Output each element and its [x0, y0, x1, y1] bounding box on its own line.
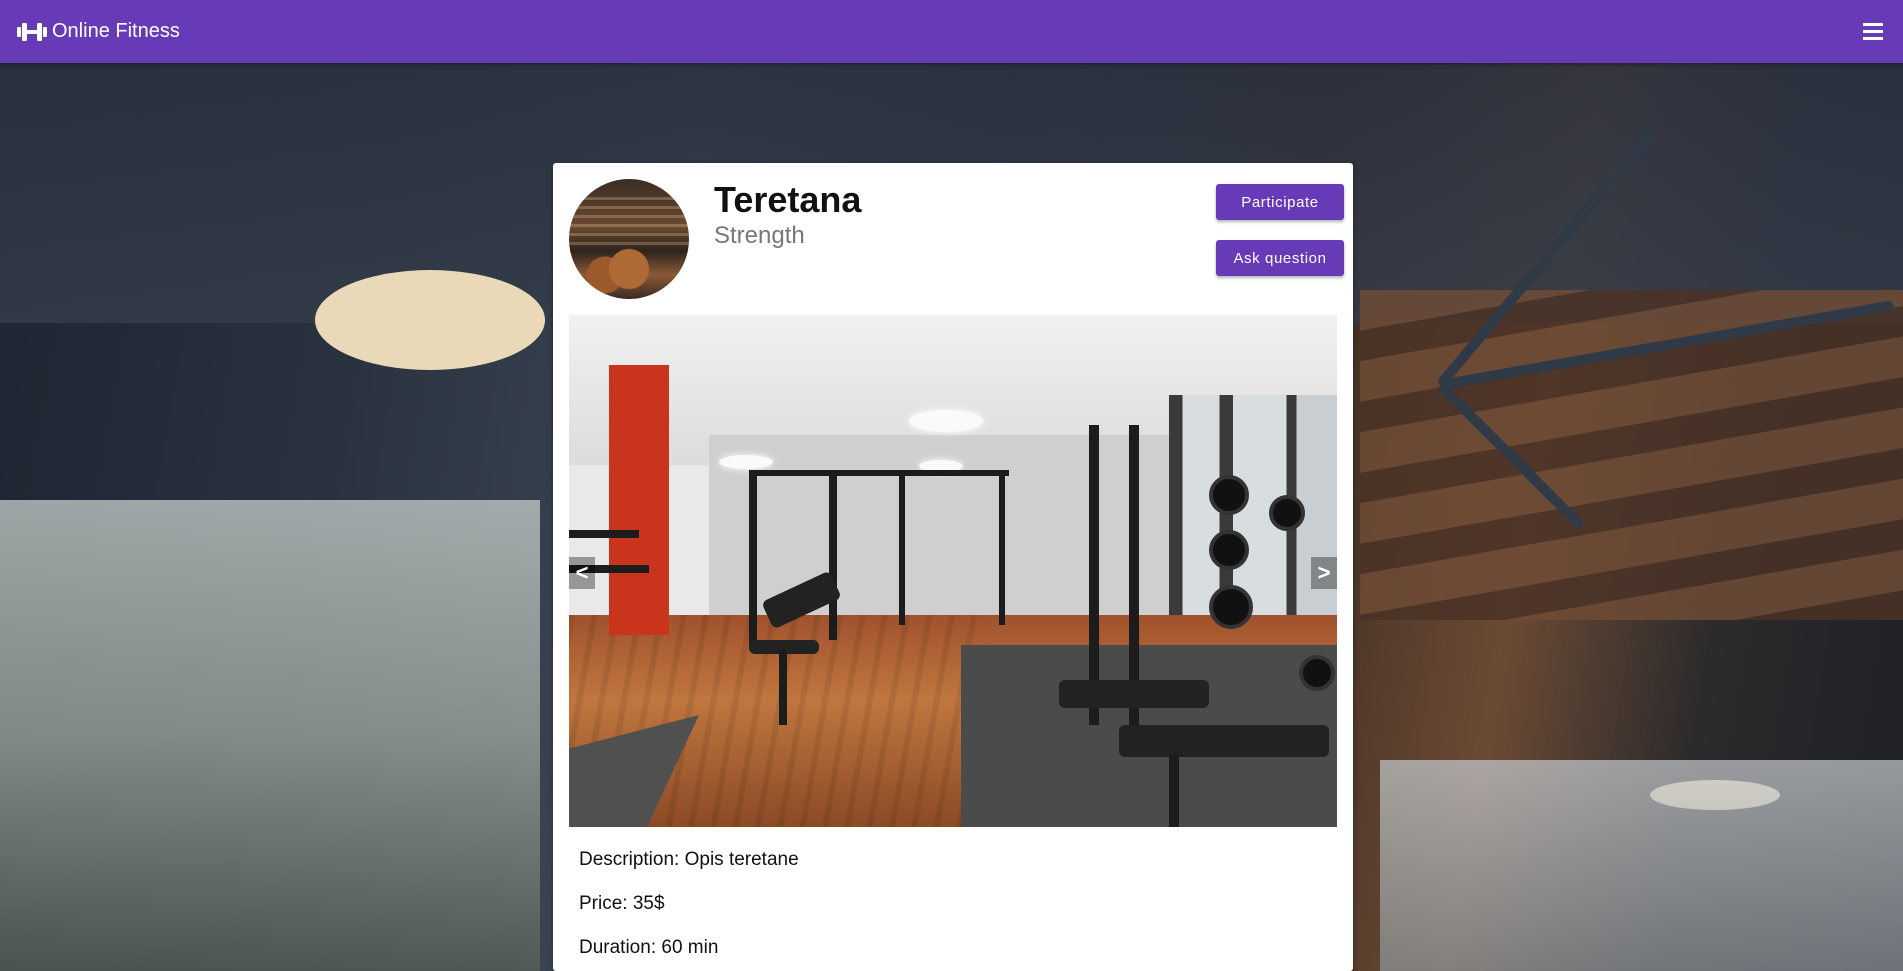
hamburger-menu-icon[interactable] [1859, 18, 1887, 46]
class-price: Price: 35$ [579, 893, 665, 914]
class-title: Teretana [714, 179, 862, 220]
carousel-image-rack [999, 475, 1005, 625]
carousel-prev-button[interactable]: < [569, 557, 595, 589]
menu-line [1863, 23, 1883, 26]
carousel-image-bench [1059, 680, 1209, 708]
app-title[interactable]: Online Fitness [52, 20, 180, 43]
carousel-image-weight-plate [1209, 530, 1249, 570]
carousel-image-bench-leg [1169, 755, 1179, 827]
carousel-image-bench [1119, 725, 1329, 757]
carousel-image-weight-plate [1209, 585, 1253, 629]
carousel-image-rack [899, 475, 905, 625]
menu-line [1863, 30, 1883, 33]
carousel-image-weight-plate [1299, 655, 1335, 691]
carousel-image-bench-leg [779, 650, 787, 725]
image-carousel[interactable]: < > [569, 315, 1337, 827]
carousel-image-window [1169, 395, 1337, 645]
ask-question-button[interactable]: Ask question [1216, 240, 1344, 276]
carousel-image-weight-plate [1269, 495, 1305, 531]
class-detail-card: Teretana Strength Participate Ask questi… [553, 163, 1353, 971]
avatar-image-detail [569, 191, 689, 245]
background-window-right [1380, 760, 1903, 971]
background-wood-ceiling [1360, 290, 1903, 620]
carousel-image-rack [749, 470, 1009, 476]
dumbbell-icon [16, 21, 48, 43]
carousel-image-rack [569, 530, 639, 538]
carousel-image-light [909, 410, 983, 432]
carousel-image-light [719, 455, 773, 469]
menu-line [1863, 37, 1883, 40]
background-lamp [315, 270, 545, 370]
carousel-image-weight-plate [1209, 475, 1249, 515]
carousel-image-rack [829, 470, 837, 640]
class-category: Strength [714, 222, 805, 249]
carousel-next-button[interactable]: > [1311, 557, 1337, 589]
carousel-image-red-column [609, 365, 669, 635]
dumbbell-icon-svg [17, 22, 47, 41]
class-description: Description: Opis teretane [579, 849, 799, 870]
class-duration: Duration: 60 min [579, 937, 719, 958]
top-app-bar: Online Fitness [0, 0, 1903, 63]
class-avatar [569, 179, 689, 299]
carousel-image-rack [749, 470, 757, 650]
participate-button[interactable]: Participate [1216, 184, 1344, 220]
background-window-left [0, 500, 540, 971]
